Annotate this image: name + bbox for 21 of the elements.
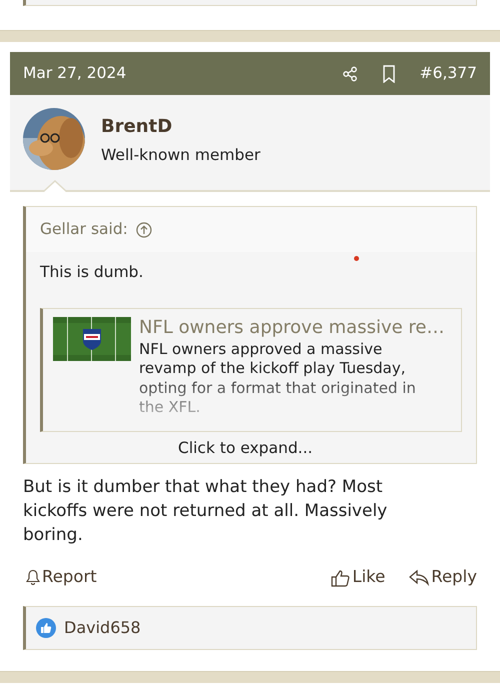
post-number[interactable]: #6,377 bbox=[420, 62, 477, 86]
bookmark-icon[interactable] bbox=[382, 64, 396, 82]
thumbs-up-icon bbox=[331, 568, 350, 587]
quote-attribution: Gellar said: bbox=[40, 218, 128, 240]
reply-button[interactable]: Reply bbox=[409, 565, 477, 590]
like-button[interactable]: Like bbox=[331, 565, 386, 590]
username-link[interactable]: BrentD bbox=[101, 113, 260, 140]
post-date[interactable]: Mar 27, 2024 bbox=[23, 62, 126, 86]
quote-text: This is dumb. bbox=[40, 263, 144, 281]
user-title: Well-known member bbox=[101, 145, 260, 166]
report-button[interactable]: Report bbox=[26, 565, 97, 590]
reaction-username[interactable]: David658 bbox=[64, 616, 141, 640]
link-preview-description: NFL owners approved a massive revamp of the kickoff play Tuesday, opting for a format that originated in the XFL. bbox=[139, 340, 417, 418]
link-preview-card[interactable]: NFL owners approve massive re… NFL owners approved a massive revamp of the kickoff play Tuesday, opting for a format that originated in the XFL. bbox=[40, 308, 462, 432]
like-reaction-icon bbox=[36, 618, 56, 638]
reply-icon bbox=[409, 569, 430, 586]
link-preview-title[interactable]: NFL owners approve massive re… bbox=[139, 316, 444, 340]
post-body-text: But is it dumber that what they had? Most kickoffs were not returned at all. Massively boring. bbox=[23, 476, 388, 547]
share-icon[interactable] bbox=[342, 66, 358, 82]
dot-icon bbox=[354, 256, 359, 261]
bell-icon bbox=[26, 569, 40, 586]
